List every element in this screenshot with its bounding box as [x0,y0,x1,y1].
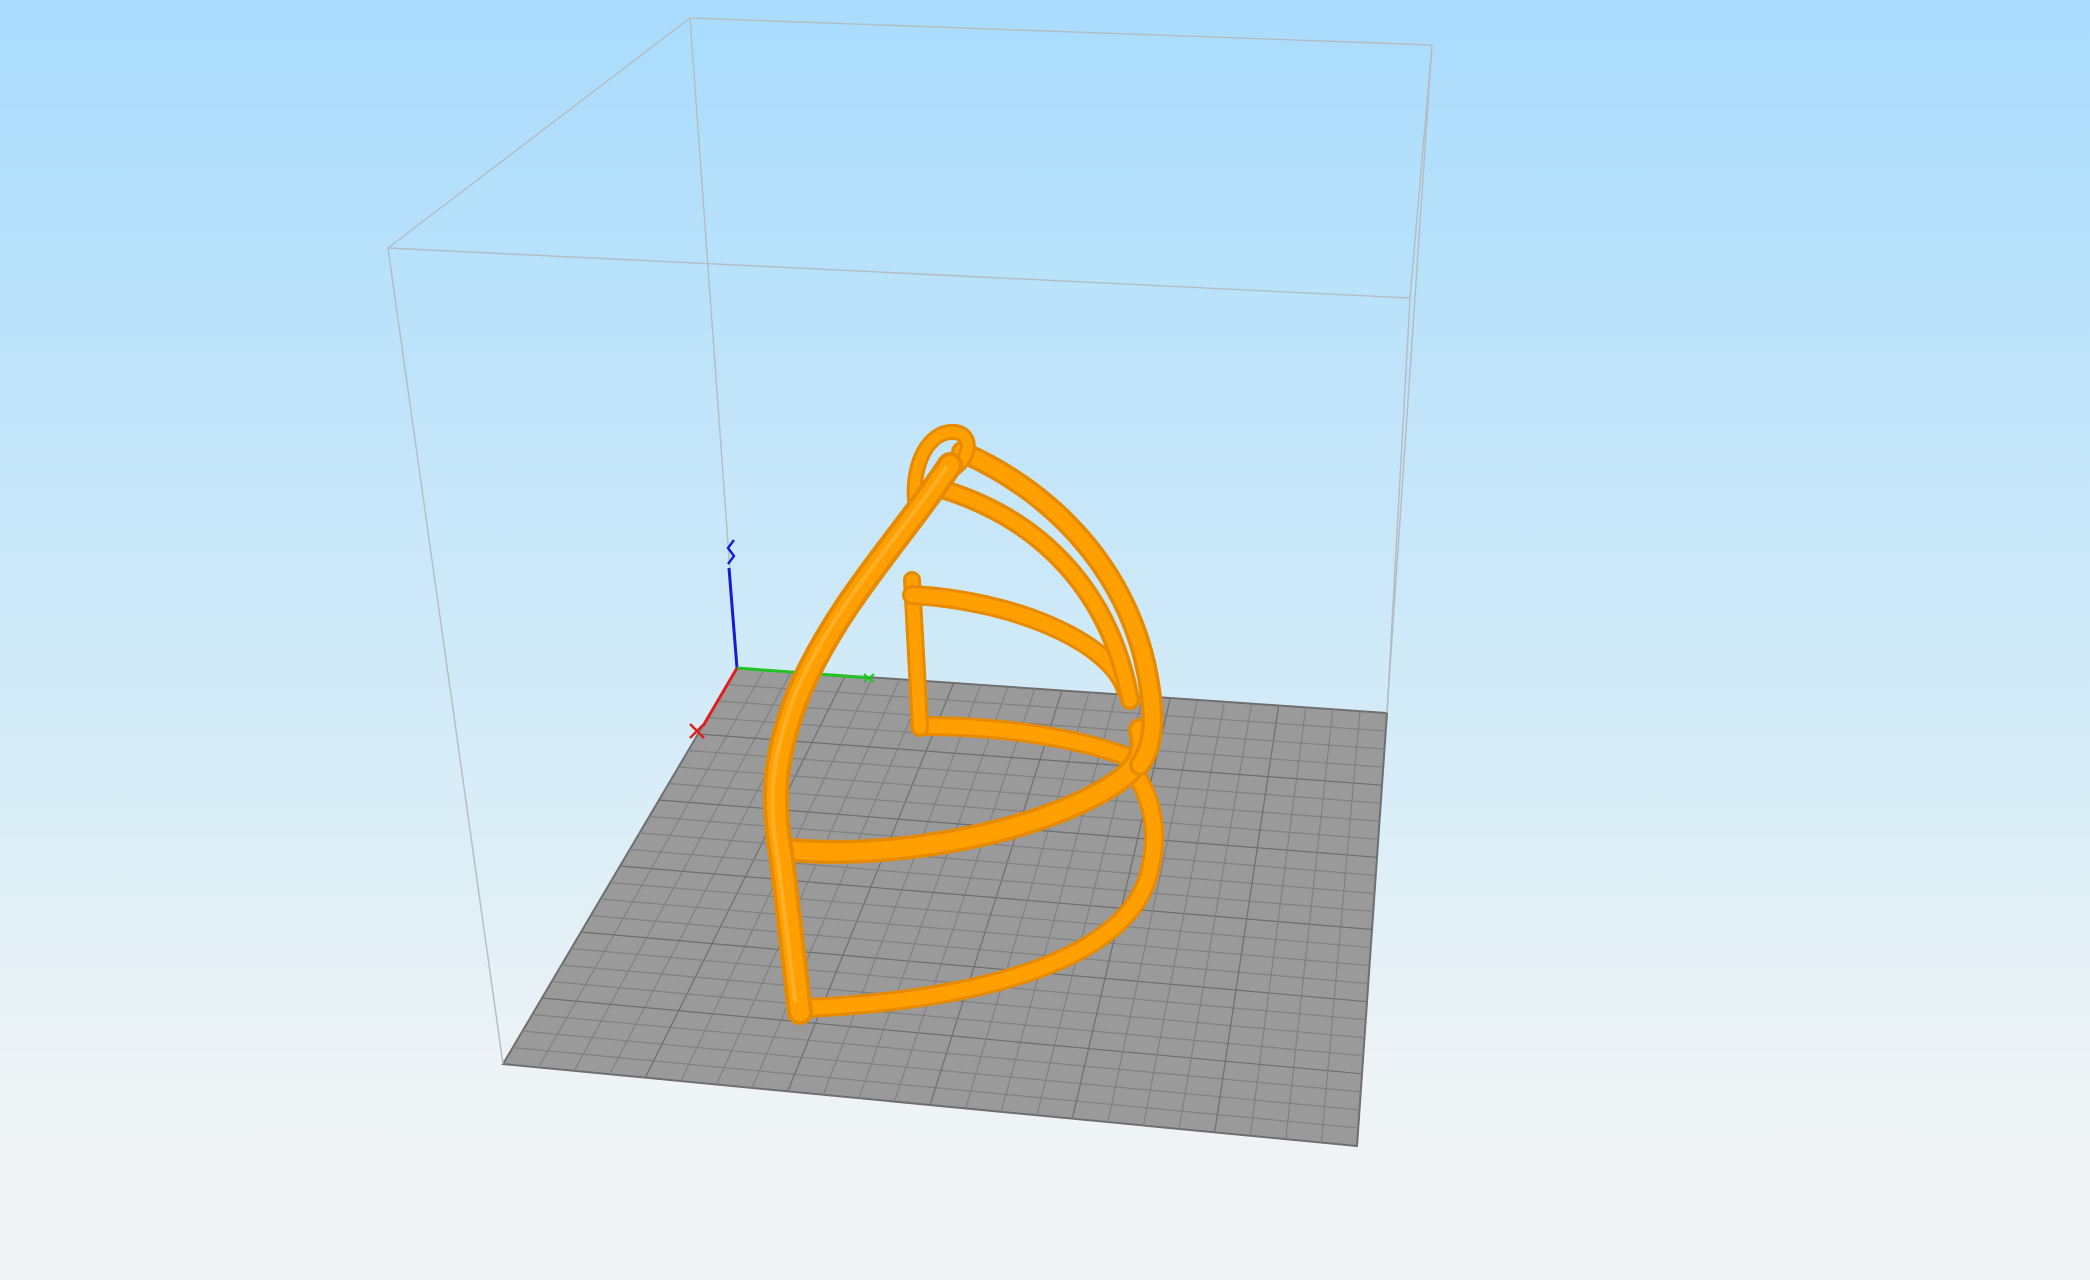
z-axis-line [727,567,739,669]
build-volume-edge [1409,44,1433,299]
build-volume-edge [689,17,1433,46]
3d-viewport[interactable] [0,0,2090,1280]
build-volume-edge [1386,297,1411,714]
build-plate [501,666,1389,1148]
build-volume-edge [387,17,691,249]
build-volume-edge [1386,44,1433,714]
build-volume-edge [387,247,504,1065]
build-volume-edge [387,247,1411,299]
scene-canvas[interactable] [0,0,2090,1280]
